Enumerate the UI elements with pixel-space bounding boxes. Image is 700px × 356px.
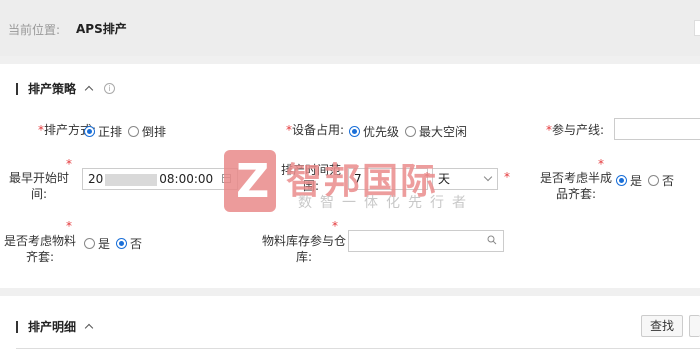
start-time-label: 最早开始时间: <box>8 171 69 201</box>
detail-title: 排产明细 <box>28 320 77 334</box>
material-option-no[interactable]: 否 <box>116 235 142 252</box>
radio-checked-icon <box>349 126 360 137</box>
equipment-option-priority[interactable]: 优先级 <box>349 123 399 140</box>
equipment-radio-group: 优先级 最大空闲 <box>349 123 473 140</box>
warehouse-label: 物料库存参与仓库: <box>262 234 347 264</box>
equipment-label: *设备占用: <box>285 123 344 137</box>
method-label: *排产方式: <box>37 123 96 137</box>
breadcrumb-bar: 当前位置: APS排产 <box>0 0 700 56</box>
required-mark: * <box>424 170 430 184</box>
next-button[interactable] <box>689 315 700 337</box>
strategy-title: 排产策略 <box>28 82 77 96</box>
semi-radio-group: 是 否 <box>616 172 680 189</box>
chevron-up-icon[interactable] <box>84 323 94 333</box>
radio-checked-icon <box>616 175 627 186</box>
range-input[interactable]: 7 <box>348 168 428 190</box>
equipment-option-max-idle[interactable]: 最大空闲 <box>405 123 467 140</box>
semi-label: 是否考虑半成品齐套: <box>540 171 613 201</box>
section-bar <box>16 320 18 333</box>
line-select[interactable] <box>614 118 700 140</box>
method-option-forward[interactable]: 正排 <box>84 123 122 140</box>
info-icon[interactable]: i <box>104 83 116 94</box>
breadcrumb-current: APS排产 <box>76 22 127 36</box>
corner-button[interactable] <box>694 20 700 36</box>
required-mark: * <box>66 219 72 233</box>
required-mark: * <box>504 170 510 184</box>
divider <box>16 348 700 349</box>
required-mark: * <box>598 157 604 171</box>
warehouse-search-input[interactable] <box>348 230 504 252</box>
strategy-section-title[interactable]: 排产策略 i <box>16 80 116 97</box>
radio-unchecked-icon <box>84 238 95 249</box>
required-mark: * <box>332 219 338 233</box>
section-bar <box>16 82 18 95</box>
breadcrumb-label: 当前位置: <box>8 23 61 37</box>
material-option-yes[interactable]: 是 <box>84 235 110 252</box>
required-mark: * <box>66 157 72 171</box>
line-label: *参与产线: <box>545 123 604 137</box>
chevron-down-icon <box>483 172 493 182</box>
material-radio-group: 是 否 <box>84 235 148 252</box>
radio-unchecked-icon <box>128 126 140 137</box>
chevron-up-icon[interactable] <box>84 85 94 95</box>
method-radio-group: 正排 倒排 <box>84 123 172 140</box>
search-button[interactable]: 查找 <box>641 315 683 337</box>
detail-panel <box>0 296 700 356</box>
semi-option-no[interactable]: 否 <box>648 172 674 189</box>
calendar-icon[interactable] <box>222 174 231 183</box>
radio-checked-icon <box>116 238 128 249</box>
radio-checked-icon <box>84 126 95 137</box>
start-time-input[interactable]: 20 08:00:00 <box>82 168 238 190</box>
range-unit-select[interactable]: 天 <box>432 168 498 190</box>
search-icon[interactable] <box>487 235 497 245</box>
range-label: 排产时间范围: <box>280 163 341 193</box>
radio-unchecked-icon <box>648 175 660 186</box>
detail-section-title[interactable]: 排产明细 <box>16 318 94 335</box>
material-label: 是否考虑物料齐套: <box>3 234 76 264</box>
method-option-backward[interactable]: 倒排 <box>128 123 166 140</box>
semi-option-yes[interactable]: 是 <box>616 172 642 189</box>
redacted-date <box>105 173 158 186</box>
radio-unchecked-icon <box>405 126 417 137</box>
